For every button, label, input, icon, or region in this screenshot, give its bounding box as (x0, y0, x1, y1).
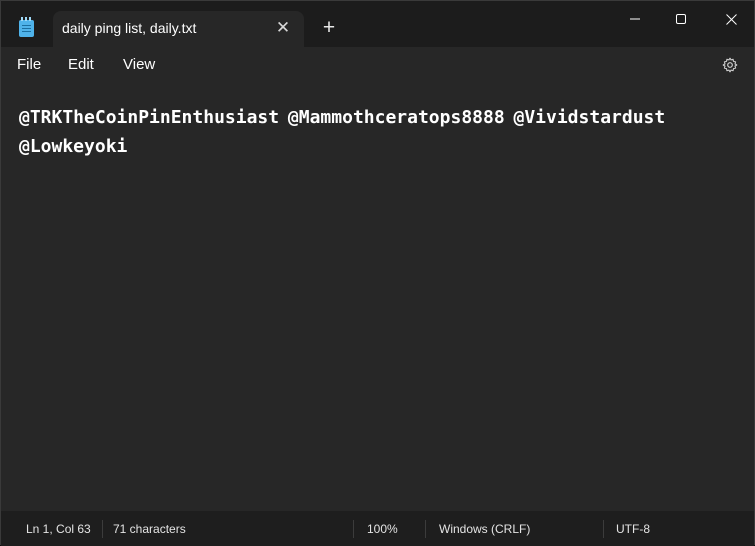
cursor-position[interactable]: Ln 1, Col 63 (26, 522, 91, 536)
tab-close-icon[interactable]: ✕ (272, 17, 294, 39)
maximize-button[interactable] (658, 1, 704, 37)
editor-content[interactable]: @TRKTheCoinPinEnthusiast @Mammothceratop… (19, 103, 719, 161)
tab-document[interactable]: daily ping list, daily.txt ✕ (53, 11, 304, 47)
character-count: 71 characters (113, 522, 186, 536)
new-tab-plus-icon[interactable]: + (317, 15, 341, 41)
close-icon (725, 13, 737, 25)
status-divider (603, 520, 604, 538)
menu-bar: File Edit View (1, 47, 754, 83)
title-bar[interactable]: daily ping list, daily.txt ✕ + (1, 1, 754, 47)
text-editor[interactable]: @TRKTheCoinPinEnthusiast @Mammothceratop… (1, 83, 754, 511)
line-ending[interactable]: Windows (CRLF) (439, 522, 530, 536)
status-divider (425, 520, 426, 538)
menu-view[interactable]: View (123, 56, 155, 73)
notepad-window: daily ping list, daily.txt ✕ + File Edit… (0, 0, 755, 546)
menu-file[interactable]: File (17, 56, 41, 73)
close-button[interactable] (708, 1, 754, 37)
status-divider (353, 520, 354, 538)
menu-edit[interactable]: Edit (68, 56, 94, 73)
maximize-icon (676, 14, 686, 24)
notepad-icon (19, 17, 34, 37)
gear-icon (722, 57, 738, 73)
settings-button[interactable] (719, 54, 741, 76)
status-bar: Ln 1, Col 63 71 characters 100% Windows … (1, 511, 754, 546)
status-divider (102, 520, 103, 538)
minimize-icon (630, 18, 640, 20)
encoding[interactable]: UTF-8 (616, 522, 650, 536)
zoom-level[interactable]: 100% (367, 522, 398, 536)
tab-title: daily ping list, daily.txt (62, 20, 197, 36)
minimize-button[interactable] (612, 1, 658, 37)
